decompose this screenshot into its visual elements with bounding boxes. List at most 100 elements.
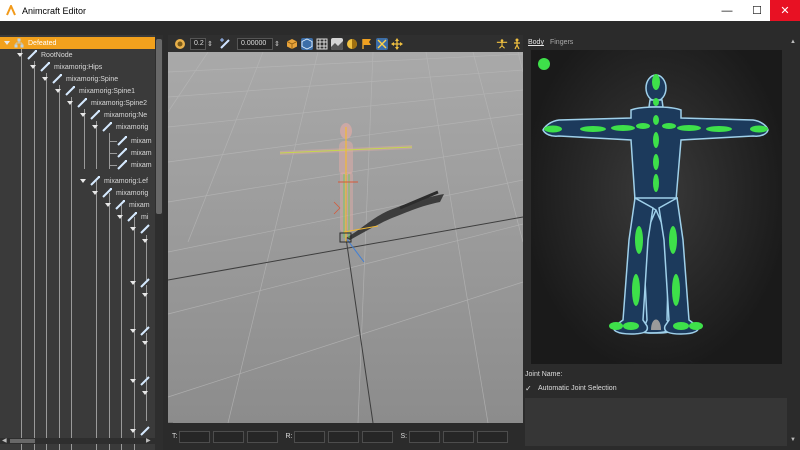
tree-item-finger[interactable] xyxy=(142,387,152,399)
wireframe-icon[interactable] xyxy=(301,37,313,50)
light-icon[interactable] xyxy=(346,38,358,50)
tree-item-head-child[interactable]: mixam xyxy=(117,135,152,147)
expand-arrow-icon[interactable] xyxy=(4,41,10,45)
expand-arrow-icon[interactable] xyxy=(142,293,148,297)
auto-joint-selection-row[interactable]: ✓ Automatic Joint Selection xyxy=(525,384,617,393)
rotate-z-field[interactable] xyxy=(362,430,394,443)
translate-z-field[interactable] xyxy=(247,430,279,443)
tree-item-head-child[interactable]: mixam xyxy=(117,147,152,159)
tree-item-spine2[interactable]: mixamorig:Spine2 xyxy=(67,97,147,109)
scrollbar-thumb[interactable] xyxy=(10,439,35,443)
expand-arrow-icon[interactable] xyxy=(130,281,136,285)
expand-arrow-icon[interactable] xyxy=(130,329,136,333)
spine-joint[interactable] xyxy=(653,132,659,148)
left-upper-leg-joint[interactable] xyxy=(635,226,643,254)
rotate-x-field[interactable] xyxy=(294,430,326,443)
left-shoulder-joint[interactable] xyxy=(636,123,650,129)
close-button[interactable]: ✕ xyxy=(770,0,800,21)
expand-arrow-icon[interactable] xyxy=(42,77,48,81)
expand-arrow-icon[interactable] xyxy=(55,89,61,93)
right-hand-joint[interactable] xyxy=(750,125,768,133)
translate-y-field[interactable] xyxy=(213,430,245,443)
expand-arrow-icon[interactable] xyxy=(30,65,36,69)
chest-joint[interactable] xyxy=(653,115,659,125)
right-forearm-joint[interactable] xyxy=(706,126,732,132)
scale-x-field[interactable] xyxy=(409,430,441,443)
speed-icon[interactable] xyxy=(174,38,186,50)
left-foot-joint[interactable] xyxy=(623,322,639,330)
expand-arrow-icon[interactable] xyxy=(105,203,111,207)
left-toe-joint[interactable] xyxy=(609,322,623,330)
spinner-arrows-icon[interactable]: ⇕ xyxy=(274,40,280,48)
tree-item-finger[interactable] xyxy=(130,425,154,437)
expand-arrow-icon[interactable] xyxy=(67,101,73,105)
tree-item-head-child[interactable]: mixam xyxy=(117,159,152,171)
value-input[interactable]: 0.00000 xyxy=(237,37,273,50)
scale-y-field[interactable] xyxy=(443,430,475,443)
walk-icon[interactable] xyxy=(511,38,523,50)
head-joint[interactable] xyxy=(652,74,660,90)
spine1-joint[interactable] xyxy=(653,154,659,170)
tree-vertical-scrollbar[interactable] xyxy=(155,35,163,450)
tab-body[interactable]: Body xyxy=(525,37,547,48)
left-forearm-joint[interactable] xyxy=(580,126,606,132)
tab-fingers[interactable]: Fingers xyxy=(547,37,576,48)
translate-x-field[interactable] xyxy=(179,430,211,443)
tree-item-finger[interactable] xyxy=(130,277,154,289)
expand-arrow-icon[interactable] xyxy=(117,215,123,219)
expand-arrow-icon[interactable] xyxy=(80,113,86,117)
expand-arrow-icon[interactable] xyxy=(142,341,148,345)
pose-icon[interactable] xyxy=(496,38,508,50)
tree-item-finger[interactable] xyxy=(130,223,154,235)
viewport-scene[interactable] xyxy=(168,52,523,423)
expand-arrow-icon[interactable] xyxy=(17,53,23,57)
expand-arrow-icon[interactable] xyxy=(130,429,136,433)
tree-item-neck[interactable]: mixamorig:Ne xyxy=(80,109,147,121)
neck-joint[interactable] xyxy=(653,98,659,106)
terrain-icon[interactable] xyxy=(331,37,343,50)
left-hand-joint[interactable] xyxy=(544,125,562,133)
scroll-left-arrow-icon[interactable]: ◀ xyxy=(2,437,7,444)
grid-icon[interactable] xyxy=(316,38,328,50)
checkbox-checked-icon[interactable]: ✓ xyxy=(525,384,534,393)
body-map-view[interactable] xyxy=(531,50,782,364)
expand-arrow-icon[interactable] xyxy=(130,227,136,231)
flag-icon[interactable] xyxy=(361,38,373,50)
tree-item-left-arm[interactable]: mixamorig xyxy=(92,187,148,199)
scroll-up-arrow-icon[interactable]: ▲ xyxy=(790,39,796,45)
scroll-right-arrow-icon[interactable]: ▶ xyxy=(146,437,151,444)
right-foot-joint[interactable] xyxy=(673,322,689,330)
body-map[interactable] xyxy=(531,50,782,364)
tree-item-head[interactable]: mixamorig xyxy=(92,121,148,133)
spinner-arrows-icon[interactable]: ⇕ xyxy=(207,40,213,48)
tree-item-finger[interactable] xyxy=(142,289,152,301)
rotate-y-field[interactable] xyxy=(328,430,360,443)
tree-item-finger[interactable] xyxy=(130,325,154,337)
tree-item-rootnode[interactable]: RootNode xyxy=(17,49,73,61)
right-upper-arm-joint[interactable] xyxy=(677,125,701,131)
move-icon[interactable] xyxy=(391,37,403,50)
tree-item-spine[interactable]: mixamorig:Spine xyxy=(42,73,118,85)
tree-item-left-forearm[interactable]: mixam xyxy=(105,199,150,211)
3d-viewport[interactable] xyxy=(168,52,523,423)
right-upper-leg-joint[interactable] xyxy=(669,226,677,254)
expand-arrow-icon[interactable] xyxy=(92,191,98,195)
minimize-button[interactable]: — xyxy=(711,0,743,21)
cube-icon[interactable] xyxy=(286,38,298,50)
tree-item-finger[interactable] xyxy=(142,337,152,349)
tree-item-left-shoulder[interactable]: mixamorig:Lef xyxy=(80,175,148,187)
speed-input[interactable]: 0.2 xyxy=(190,37,206,50)
tree-item-finger[interactable] xyxy=(130,375,154,387)
right-lower-leg-joint[interactable] xyxy=(672,274,680,306)
tree-item-finger[interactable] xyxy=(142,235,152,247)
scroll-down-arrow-icon[interactable]: ▼ xyxy=(790,437,796,443)
expand-arrow-icon[interactable] xyxy=(92,125,98,129)
scrollbar-thumb[interactable] xyxy=(156,39,162,214)
expand-arrow-icon[interactable] xyxy=(142,391,148,395)
left-upper-arm-joint[interactable] xyxy=(611,125,635,131)
tree-item-hips[interactable]: mixamorig:Hips xyxy=(30,61,102,73)
brush-tool-icon[interactable] xyxy=(219,37,231,50)
expand-arrow-icon[interactable] xyxy=(80,179,86,183)
right-shoulder-joint[interactable] xyxy=(662,123,676,129)
tree-item-left-hand[interactable]: mi xyxy=(117,211,148,223)
